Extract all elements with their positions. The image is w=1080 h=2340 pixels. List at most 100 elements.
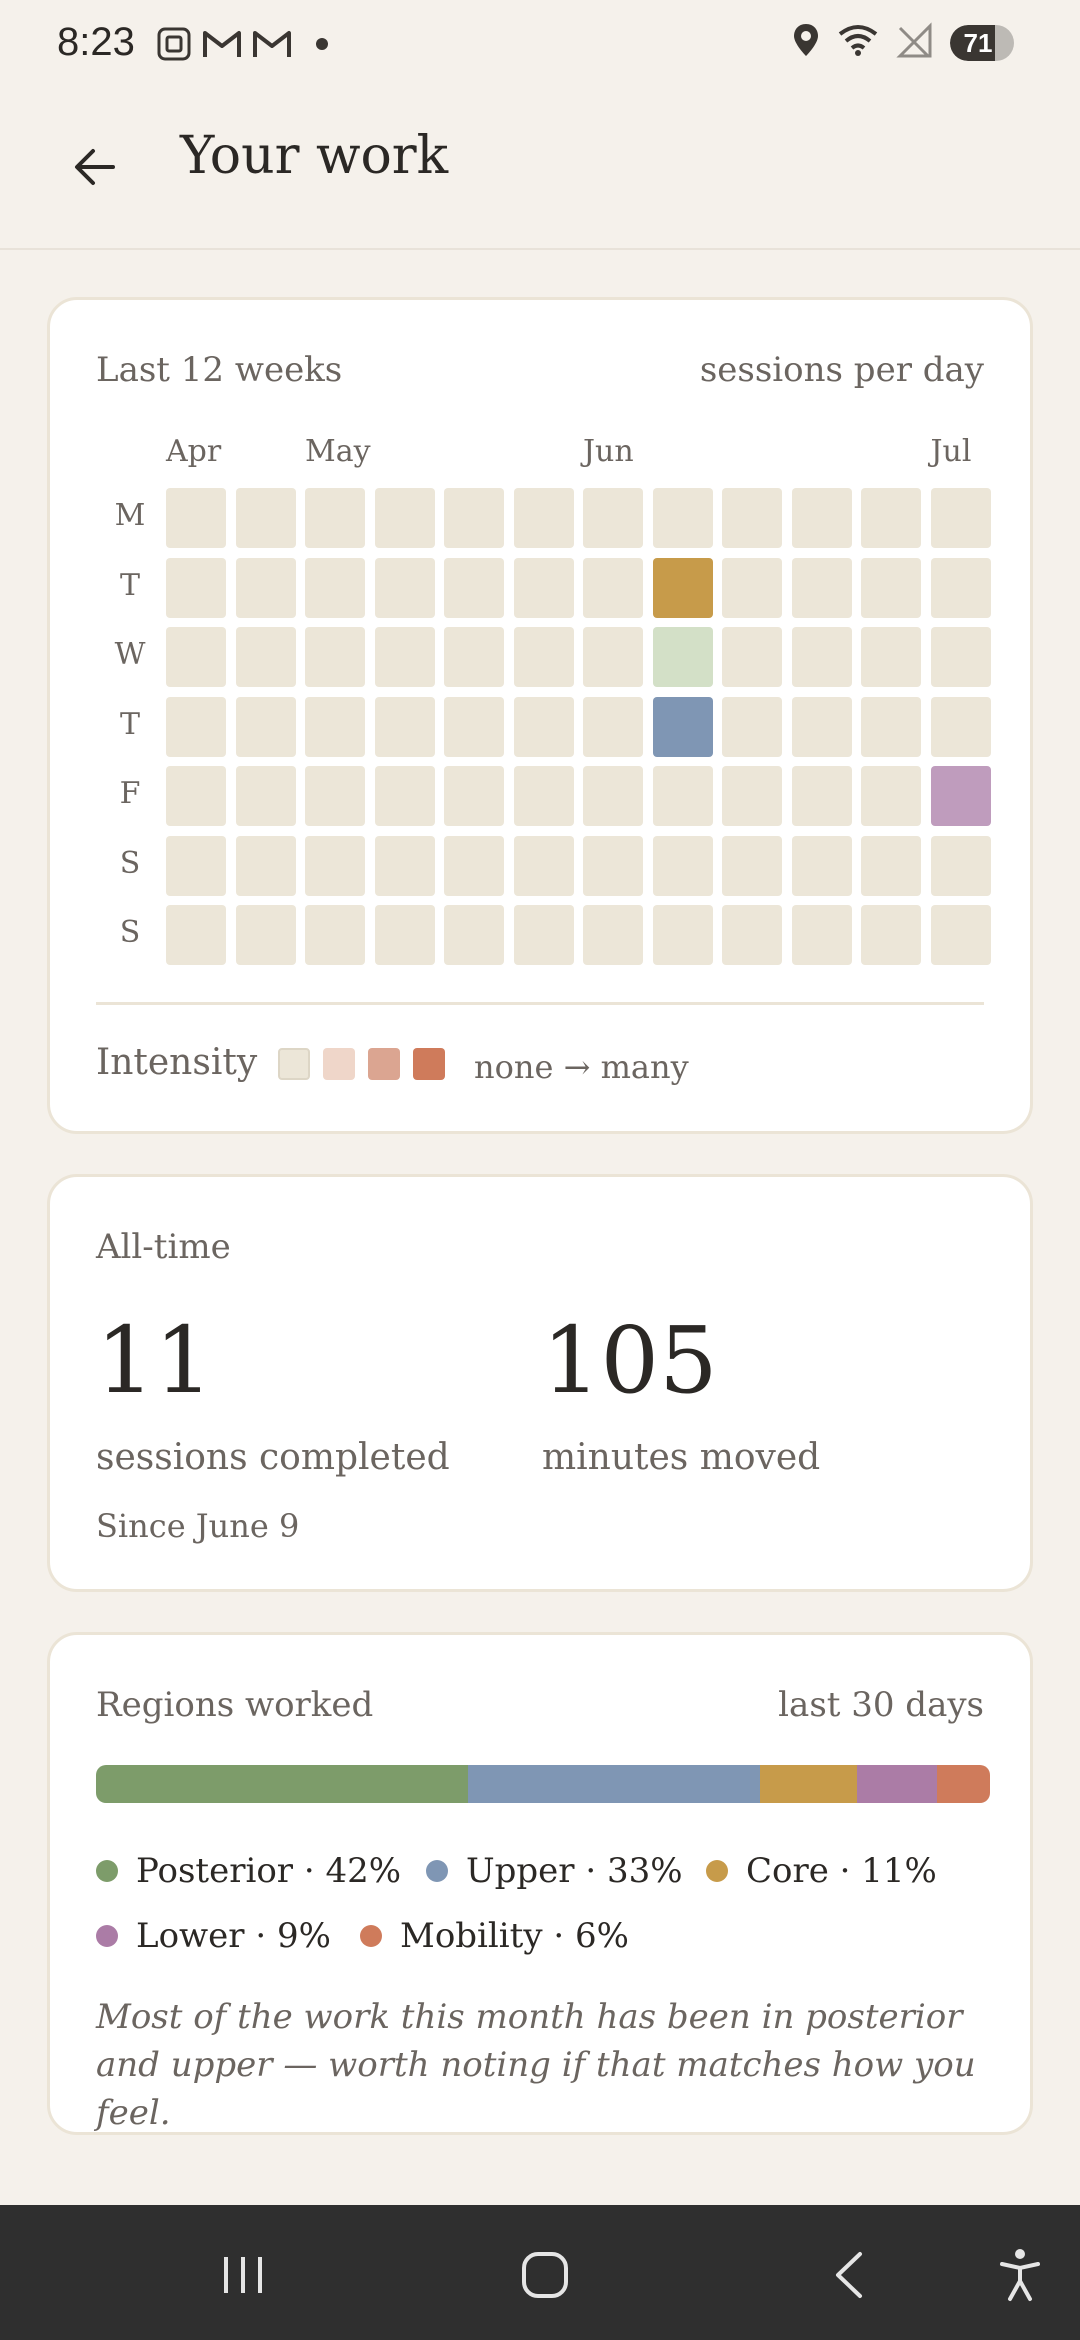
heatmap-cell [652, 905, 713, 965]
legend-dot [96, 1925, 118, 1947]
heatmap-cell [722, 835, 782, 896]
legend-dot [96, 1860, 118, 1882]
heatmap-cell [652, 627, 713, 687]
notification-icons [156, 26, 328, 62]
regions-stacked-bar [96, 1765, 990, 1803]
heatmap-cell [374, 627, 435, 687]
legend-label: Lower · 9% [136, 1916, 331, 1956]
heatmap-cell [652, 835, 713, 896]
battery-icon: 71 [950, 24, 1014, 61]
region-segment [936, 1765, 990, 1803]
heatmap-cell [235, 627, 296, 687]
accessibility-button[interactable] [980, 2235, 1060, 2315]
since-date: Since June 9 [96, 1507, 300, 1545]
heatmap-cell [235, 488, 296, 548]
legend-label: Posterior · 42% [136, 1851, 402, 1891]
heatmap-cell [166, 488, 226, 548]
heatmap-cell [513, 488, 574, 548]
heatmap-cell [513, 557, 574, 618]
navigation-bar [0, 2205, 1080, 2340]
heatmap-cell [791, 488, 852, 548]
heatmap-cell [791, 696, 852, 757]
legend-label: Core · 11% [746, 1851, 937, 1891]
page-title: Your work [180, 126, 449, 186]
heatmap-cell [791, 905, 852, 965]
recent-apps-icon [224, 2257, 262, 2293]
more-notifications-icon [316, 38, 328, 50]
heatmap-cell [444, 627, 504, 687]
heatmap-cell [374, 905, 435, 965]
heatmap-cell [444, 766, 504, 826]
intensity-swatch [413, 1048, 445, 1080]
heatmap-cell [652, 557, 713, 618]
accessibility-icon [1000, 2249, 1040, 2301]
heatmap-cell [791, 835, 852, 896]
screenshot-icon [156, 26, 192, 62]
legend-label: Mobility · 6% [400, 1916, 629, 1956]
heatmap-cell [444, 488, 504, 548]
heatmap-cell [305, 557, 365, 618]
status-time: 8:23 [57, 20, 135, 64]
heatmap-cell [861, 627, 921, 687]
status-bar: 8:23 71 [0, 0, 1080, 86]
month-label: May [305, 434, 371, 469]
system-back-button[interactable] [808, 2235, 888, 2315]
heatmap-cell [305, 905, 365, 965]
heatmap-cell [930, 905, 991, 965]
sessions-count: 11 [96, 1307, 214, 1414]
heatmap-cell [513, 766, 574, 826]
heatmap-cell [861, 557, 921, 618]
heatmap-cell [652, 488, 713, 548]
intensity-label: Intensity [96, 1042, 258, 1083]
home-button[interactable] [505, 2235, 585, 2315]
regions-meta: last 30 days [778, 1685, 984, 1725]
region-segment [857, 1765, 937, 1803]
battery-level: 71 [963, 27, 993, 58]
heatmap-cell [513, 696, 574, 757]
heatmap-cell [861, 766, 921, 826]
day-label: F [119, 776, 141, 811]
activity-heading: Last 12 weeks [96, 350, 343, 390]
heatmap-cell [374, 835, 435, 896]
heatmap-cell [374, 557, 435, 618]
heatmap-cell [791, 557, 852, 618]
intensity-swatch [323, 1048, 355, 1080]
heatmap-cell [513, 835, 574, 896]
heatmap-cell [722, 696, 782, 757]
heatmap-cell [305, 835, 365, 896]
legend-item: Lower · 9% [96, 1916, 331, 1956]
back-icon [836, 2252, 862, 2298]
heatmap-cell [583, 557, 643, 618]
recent-apps-button[interactable] [203, 2235, 283, 2315]
intensity-swatch [368, 1048, 400, 1080]
home-icon [522, 2252, 568, 2298]
heatmap-cell [583, 696, 643, 757]
heatmap-cell [583, 905, 643, 965]
heatmap-cell [583, 835, 643, 896]
heatmap-cell [722, 766, 782, 826]
legend-dot [706, 1860, 728, 1882]
heatmap-cell [374, 696, 435, 757]
heatmap-cell [235, 766, 296, 826]
heatmap-cell [930, 557, 991, 618]
no-signal-icon [896, 22, 932, 63]
heatmap-cell [791, 766, 852, 826]
arrow-left-icon [75, 149, 115, 185]
heatmap-cell [930, 488, 991, 548]
heatmap-cell [444, 835, 504, 896]
back-button[interactable] [60, 132, 130, 202]
heatmap-cell [513, 905, 574, 965]
intensity-swatch [278, 1048, 310, 1080]
heatmap-cell [166, 905, 226, 965]
heatmap-cell [583, 627, 643, 687]
heatmap-cell [374, 488, 435, 548]
heatmap-cell [166, 766, 226, 826]
heatmap-cell [166, 627, 226, 687]
heatmap-cell [305, 696, 365, 757]
day-label: T [119, 706, 140, 742]
intensity-range: none → many [474, 1048, 689, 1086]
heatmap-cell [166, 835, 226, 896]
all-time-heading: All-time [96, 1227, 231, 1267]
heatmap-cell [861, 696, 921, 757]
system-icons: 71 [792, 22, 1014, 63]
